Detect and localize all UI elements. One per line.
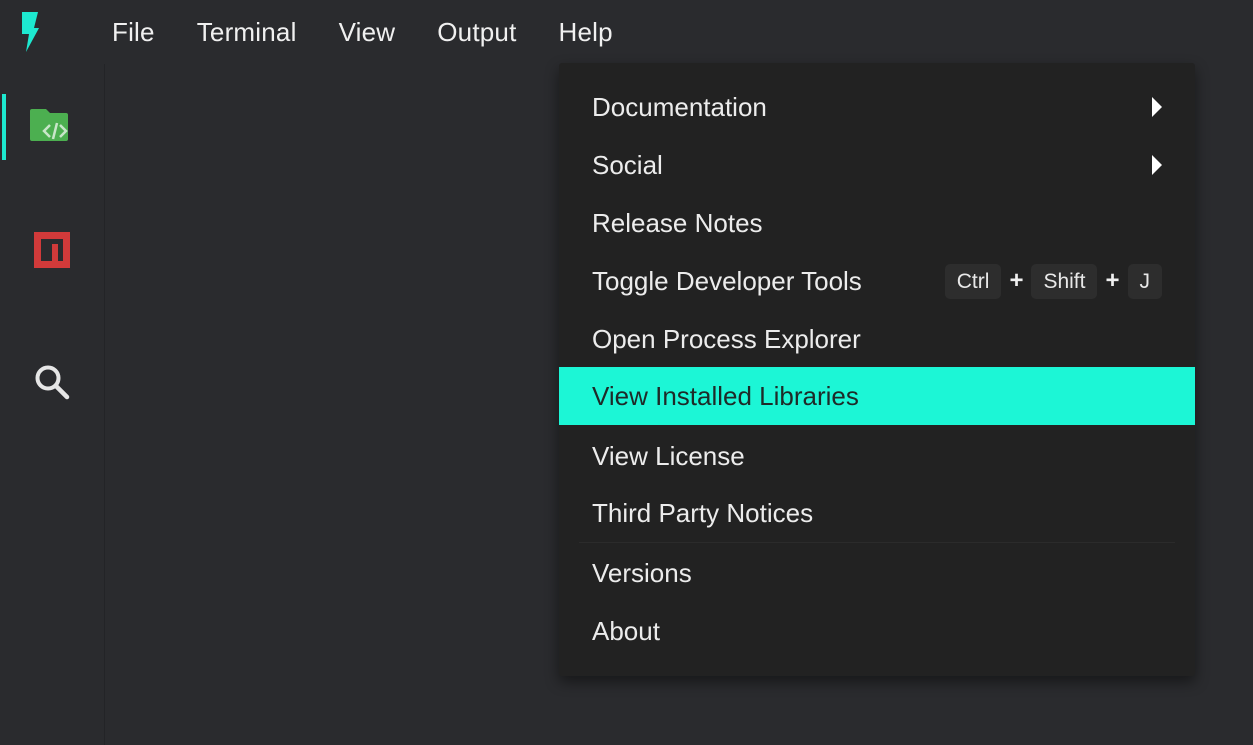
help-menu: Documentation Social Release Notes Toggl… [559,63,1195,676]
menu-item-label: View Installed Libraries [592,380,859,411]
chevron-right-icon [1152,155,1162,175]
menu-item-label: Social [592,149,663,180]
lightning-bolt-icon [22,12,39,52]
code-folder-icon [30,109,68,141]
shortcut-plus: + [1105,267,1120,294]
activity-explorer[interactable] [0,94,104,160]
menu-item-label: Versions [592,557,692,588]
menu-file[interactable]: File [112,17,155,48]
menu-item-view-license[interactable]: View License [559,427,1195,485]
menubar: File Terminal View Output Help [0,0,1253,64]
menu-item-third-party-notices[interactable]: Third Party Notices [559,484,1195,542]
key-shift: Shift [1031,263,1098,299]
keyboard-shortcut: Ctrl + Shift + J [944,263,1162,299]
menu-item-open-process-explorer[interactable]: Open Process Explorer [559,310,1195,368]
menu-item-label: Release Notes [592,207,763,238]
menu-item-label: View License [592,440,745,471]
menu-item-documentation[interactable]: Documentation [559,78,1195,136]
menu-item-about[interactable]: About [559,602,1195,660]
menu-item-release-notes[interactable]: Release Notes [559,194,1195,252]
menu-item-toggle-developer-tools[interactable]: Toggle Developer Tools Ctrl + Shift + J [559,252,1195,310]
activity-bar [0,64,105,745]
menu-separator [579,542,1175,543]
menu-item-label: Toggle Developer Tools [592,265,862,296]
menu-item-versions[interactable]: Versions [559,544,1195,602]
menu-help[interactable]: Help [559,17,613,48]
menu-item-label: Third Party Notices [592,497,814,528]
menu-view[interactable]: View [339,17,396,48]
menu-item-social[interactable]: Social [559,136,1195,194]
menu-item-view-installed-libraries[interactable]: View Installed Libraries [559,367,1195,425]
menu-terminal[interactable]: Terminal [197,17,297,48]
shortcut-plus: + [1009,267,1024,294]
activity-search[interactable] [0,349,104,415]
menu-item-label: Open Process Explorer [592,323,861,354]
app-logo [0,0,90,64]
key-j: J [1127,263,1162,299]
menu-item-label: About [592,615,660,646]
search-icon [35,365,70,400]
menu-output[interactable]: Output [437,17,516,48]
chevron-right-icon [1152,97,1162,117]
activity-npm[interactable] [0,217,104,283]
npm-icon [34,232,70,268]
key-ctrl: Ctrl [944,263,1002,299]
menu-item-label: Documentation [592,91,767,122]
